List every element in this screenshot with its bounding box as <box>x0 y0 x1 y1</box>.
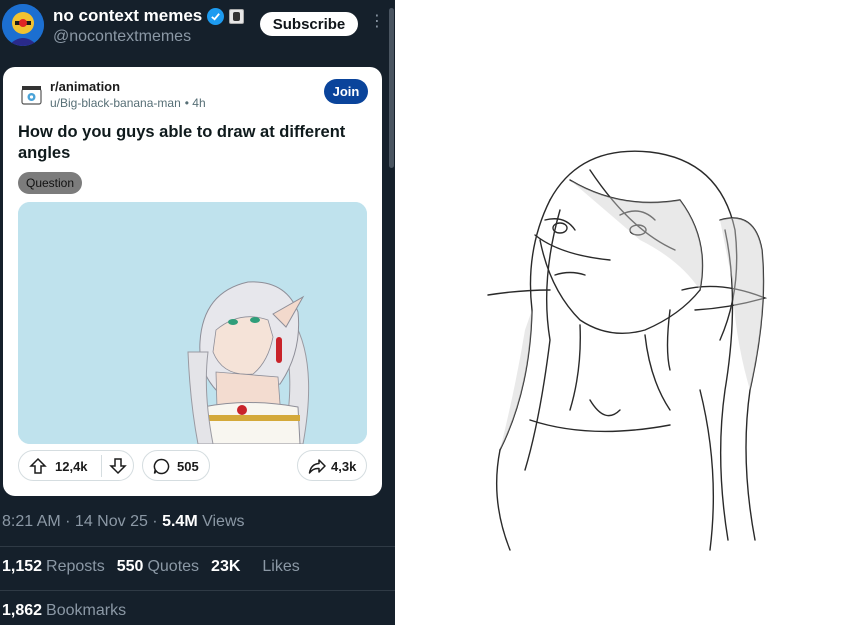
bookmarks-label: Bookmarks <box>46 602 127 619</box>
scrollbar[interactable] <box>389 8 394 168</box>
character-sketch-image <box>487 150 768 551</box>
arrow-up-icon[interactable] <box>29 457 47 475</box>
likes-stat[interactable]: 23K Likes <box>211 558 300 576</box>
share-arrow-icon <box>308 459 326 474</box>
reddit-post-card[interactable]: r/animation u/Big-black-banana-man • 4h … <box>3 67 382 496</box>
reposts-count: 1,152 <box>2 558 43 575</box>
quotes-label: Quotes <box>147 558 200 575</box>
post-title[interactable]: How do you guys able to draw at differen… <box>18 122 363 164</box>
comment-bubble-icon <box>153 458 170 475</box>
arrow-down-icon[interactable] <box>109 457 127 475</box>
quotes-count: 550 <box>116 558 144 575</box>
anime-character-illustration <box>18 202 367 444</box>
comments-button[interactable]: 505 <box>142 450 210 481</box>
tweet-timestamp-views: 8:21 AM · 14 Nov 25 · 5.4M Views <box>2 513 245 531</box>
affiliate-badge-icon[interactable] <box>229 8 245 24</box>
join-button[interactable]: Join <box>324 79 368 104</box>
divider-line <box>0 546 395 547</box>
post-image[interactable] <box>18 202 367 444</box>
quotes-stat[interactable]: 550 Quotes <box>117 558 199 576</box>
reposts-stat[interactable]: 1,152 Reposts <box>2 558 105 576</box>
bookmarks-count: 1,862 <box>2 602 43 619</box>
more-options-icon[interactable]: ⋮ <box>369 14 385 30</box>
user-handle[interactable]: @nocontextmemes <box>53 28 191 46</box>
share-count: 4,3k <box>331 459 357 474</box>
views-label: Views <box>202 513 245 530</box>
avatar[interactable] <box>2 4 44 46</box>
tweet-panel: no context memes @nocontextmemes Subscri… <box>0 0 395 625</box>
likes-count: 23K <box>211 558 241 575</box>
display-name-text: no context memes <box>53 6 203 25</box>
upvote-count: 12,4k <box>55 459 88 474</box>
vote-divider <box>101 455 102 477</box>
share-button[interactable]: 4,3k <box>297 450 367 481</box>
display-name[interactable]: no context memes <box>53 6 245 26</box>
engagement-stats: 1,152 Reposts 550 Quotes 23K Likes <box>2 558 312 576</box>
divider-line <box>0 590 395 591</box>
post-author[interactable]: u/Big-black-banana-man <box>50 96 181 110</box>
subscribe-button[interactable]: Subscribe <box>260 12 358 36</box>
subreddit-icon <box>21 86 42 105</box>
bookmarks-stat[interactable]: 1,862 Bookmarks <box>2 602 126 620</box>
views-count: 5.4M <box>162 513 198 530</box>
subreddit-name[interactable]: r/animation <box>50 79 120 94</box>
verified-check-icon <box>207 7 225 25</box>
reposts-label: Reposts <box>46 558 105 575</box>
likes-label: Likes <box>262 558 300 575</box>
comment-count: 505 <box>177 459 199 474</box>
post-age: • 4h <box>184 96 206 110</box>
post-flair[interactable]: Question <box>18 172 83 194</box>
tweet-timestamp[interactable]: 8:21 AM · 14 Nov 25 · <box>2 513 162 530</box>
post-meta: u/Big-black-banana-man • 4h <box>50 96 206 110</box>
vote-bar: 12,4k <box>18 450 134 481</box>
